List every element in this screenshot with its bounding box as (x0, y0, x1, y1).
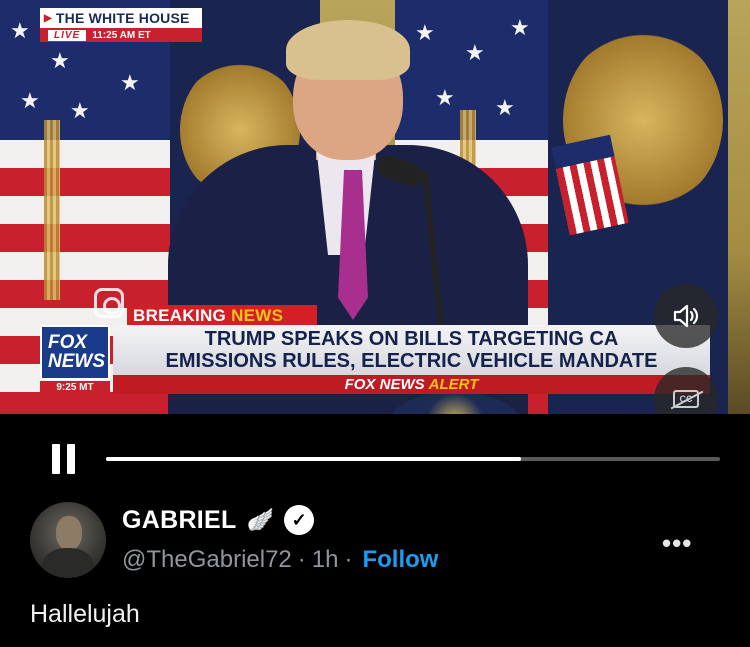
live-tag: LIVE (48, 29, 87, 41)
fox-logo-line1: FOX (48, 332, 88, 353)
headline: TRUMP SPEAKS ON BILLS TARGETING CA EMISS… (113, 325, 710, 375)
verified-badge-icon: ✓ (284, 505, 315, 535)
fox-time: 9:25 MT (40, 381, 110, 395)
instagram-icon (94, 288, 124, 318)
author-meta: @TheGabriel72 · 1h · Follow (122, 546, 438, 574)
author-name-row[interactable]: GABRIEL 🪽 ✓ (122, 505, 315, 535)
breaking-news-label: BREAKING NEWS (127, 305, 317, 326)
handle[interactable]: @TheGabriel72 (122, 546, 292, 574)
fox-logo-line2: NEWS (48, 351, 105, 372)
flag-fringe (44, 120, 60, 300)
headline-line2: EMISSIONS RULES, ELECTRIC VEHICLE MANDAT… (165, 350, 658, 372)
pause-icon (52, 444, 60, 474)
tweet-text: Hallelujah (30, 600, 140, 628)
post-age: 1h (311, 546, 339, 573)
bug-channel: THE WHITE HOUSE (55, 10, 190, 26)
volume-button[interactable] (654, 284, 718, 348)
video-player[interactable]: ★ ★ ★ ★ ★ ★ ★ ★ ★ ★ ★ ▶THE WHITE HOUSE L… (0, 0, 750, 414)
breaking-word: BREAKING (133, 305, 227, 325)
fox-news-alert-bar: FOX NEWS ALERT (113, 375, 710, 394)
network-bug: ▶ THE WHITE HOUSE LIVE 11:25 AM ET (40, 8, 202, 44)
speaker-volume-icon (673, 304, 699, 328)
alert-brand: FOX NEWS (344, 376, 425, 393)
follow-button[interactable]: Follow (362, 546, 438, 574)
headline-line1: TRUMP SPEAKS ON BILLS TARGETING CA (204, 328, 619, 350)
display-name[interactable]: GABRIEL (122, 506, 237, 535)
progress-fill (106, 457, 522, 461)
bug-time: 11:25 AM ET (92, 29, 151, 41)
more-options-icon[interactable]: ••• (662, 528, 692, 559)
closed-captions-icon: CC (673, 390, 699, 408)
video-progress-bar[interactable] (106, 457, 720, 461)
fox-news-logo: FOX NEWS (40, 325, 110, 380)
play-arrow-icon: ▶ (44, 12, 52, 24)
alert-word: ALERT (428, 376, 479, 393)
news-word: NEWS (231, 305, 284, 325)
separator: · (344, 546, 353, 573)
wing-emoji-icon: 🪽 (246, 507, 275, 532)
separator: · (297, 546, 306, 573)
avatar[interactable] (30, 502, 106, 578)
pause-button[interactable] (52, 444, 80, 476)
